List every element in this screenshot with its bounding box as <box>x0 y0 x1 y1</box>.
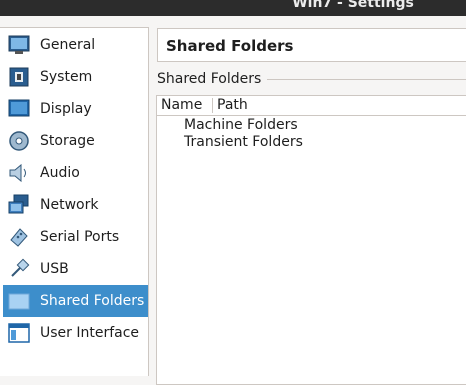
sidebar-item-system[interactable]: System <box>3 61 148 93</box>
page-header: Shared Folders <box>157 28 466 62</box>
sidebar-item-label: USB <box>40 261 69 277</box>
audio-icon <box>7 161 31 185</box>
usb-icon <box>7 257 31 281</box>
shared-folders-tree[interactable]: Name Path Machine Folders Transient Fold… <box>156 95 466 385</box>
display-icon <box>7 97 31 121</box>
sidebar-item-general[interactable]: General <box>3 29 148 61</box>
sidebar-item-label: Storage <box>40 133 95 149</box>
sidebar-item-user-interface[interactable]: User Interface <box>3 317 148 349</box>
system-icon <box>7 65 31 89</box>
group-divider <box>267 79 466 80</box>
sidebar-item-serial-ports[interactable]: Serial Ports <box>3 221 148 253</box>
window-titlebar: Win7 - Settings <box>0 0 466 16</box>
group-title: Shared Folders <box>157 71 262 87</box>
sidebar-item-shared-folders[interactable]: Shared Folders <box>3 285 148 317</box>
sidebar-item-label: Network <box>40 197 99 213</box>
sidebar-item-label: Display <box>40 101 92 117</box>
tree-row-machine-folders[interactable]: Machine Folders <box>184 117 298 133</box>
column-header-path[interactable]: Path <box>217 97 248 113</box>
sidebar-item-label: Shared Folders <box>40 293 145 309</box>
sidebar-item-label: Audio <box>40 165 80 181</box>
sidebar-item-label: System <box>40 69 93 85</box>
shared-folders-icon <box>7 289 31 313</box>
general-icon <box>7 33 31 57</box>
sidebar-item-label: Serial Ports <box>40 229 120 245</box>
sidebar-item-label: General <box>40 37 96 53</box>
tree-row-transient-folders[interactable]: Transient Folders <box>184 134 303 150</box>
column-header-name[interactable]: Name <box>161 97 202 113</box>
sidebar-item-usb[interactable]: USB <box>3 253 148 285</box>
sidebar-item-label: User Interface <box>40 325 140 341</box>
page-title: Shared Folders <box>166 37 294 55</box>
sidebar-item-network[interactable]: Network <box>3 189 148 221</box>
tree-header: Name Path <box>157 96 466 116</box>
sidebar-item-display[interactable]: Display <box>3 93 148 125</box>
storage-icon <box>7 129 31 153</box>
serial-ports-icon <box>7 225 31 249</box>
settings-sidebar: General System Display Storage Audio Net… <box>0 27 149 376</box>
sidebar-item-storage[interactable]: Storage <box>3 125 148 157</box>
sidebar-item-audio[interactable]: Audio <box>3 157 148 189</box>
window-title: Win7 - Settings <box>292 0 414 11</box>
user-interface-icon <box>7 321 31 345</box>
column-separator[interactable] <box>212 98 213 113</box>
network-icon <box>7 193 31 217</box>
